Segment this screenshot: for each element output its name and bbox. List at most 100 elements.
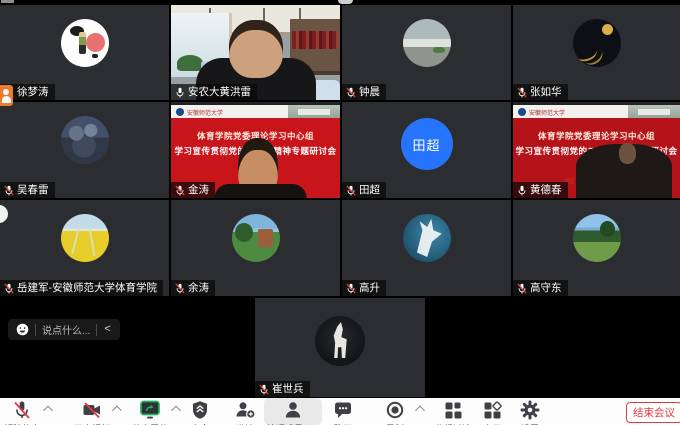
- share-screen-button[interactable]: 共享屏幕: [132, 400, 168, 425]
- mic-muted-icon: [346, 283, 356, 294]
- participant-tile[interactable]: 安徽师范大学 体育学院党委理论学习中心组 学习宣传贯彻党的二十大精神专题研讨会 …: [513, 102, 680, 198]
- participant-tile[interactable]: 高守东: [513, 200, 680, 296]
- participant-tile[interactable]: 高升: [342, 200, 511, 296]
- participant-name-bar: 安农大黄洪雷: [171, 84, 257, 100]
- participant-tile[interactable]: 田超 田超: [342, 102, 511, 198]
- record-button[interactable]: 录制: [385, 400, 405, 425]
- slide-title-line1: 体育学院党委理论学习中心组: [513, 130, 680, 142]
- participant-tile[interactable]: 岳建军-安徽师范大学体育学院: [0, 200, 169, 296]
- mic-muted-icon: [517, 87, 527, 98]
- mic-icon: [175, 87, 185, 98]
- share-screen-icon: [139, 400, 161, 420]
- chat-collapse-button[interactable]: <: [103, 324, 111, 335]
- avatar: [403, 19, 451, 67]
- participant-tile[interactable]: 崔世兵: [255, 298, 425, 397]
- unmute-button[interactable]: 解除静音: [4, 400, 40, 425]
- avatar: [61, 116, 109, 164]
- avatar: [61, 19, 109, 67]
- meeting-window: 徐梦涛 安农大黄洪雷 钟晨 张如华 吴春雷: [0, 0, 680, 425]
- participant-name-bar: 黄德春: [513, 182, 568, 198]
- divider: [35, 324, 36, 336]
- toolbar-collapse-handle[interactable]: [338, 0, 353, 4]
- security-button[interactable]: 安全: [190, 400, 210, 425]
- chat-icon: [333, 400, 353, 420]
- university-logo-text: 安徽师范大学: [187, 108, 223, 117]
- breakout-rooms-button[interactable]: 分组讨论: [435, 400, 471, 425]
- invite-button[interactable]: 邀请: [234, 400, 256, 425]
- participant-name: 高升: [359, 282, 380, 294]
- participant-tile[interactable]: 安农大黄洪雷: [171, 5, 340, 100]
- participant-name: 安农大黄洪雷: [188, 86, 251, 98]
- participant-name: 崔世兵: [272, 383, 304, 395]
- participant-name-bar: 钟晨: [342, 84, 386, 100]
- university-logo: [518, 108, 526, 116]
- university-logo: [176, 108, 184, 116]
- avatar: [573, 19, 621, 67]
- members-icon: [283, 400, 303, 420]
- participant-name: 张如华: [530, 86, 562, 98]
- avatar: [315, 316, 365, 366]
- participant-name-bar: 田超: [342, 182, 386, 198]
- mic-muted-icon: [346, 185, 356, 196]
- shield-icon: [190, 400, 210, 420]
- invite-icon: [234, 400, 256, 420]
- mic-muted-icon: [4, 185, 14, 196]
- breakout-icon: [443, 400, 463, 420]
- participant-name: 吴春雷: [17, 184, 49, 196]
- end-meeting-button[interactable]: 结束会议: [626, 402, 680, 423]
- avatar: [403, 214, 451, 262]
- settings-icon: [520, 400, 540, 420]
- avatar: [61, 214, 109, 262]
- university-logo-text: 安徽师范大学: [529, 108, 565, 117]
- record-icon: [385, 400, 405, 420]
- mic-muted-icon: [175, 185, 185, 196]
- participant-name: 金涛: [188, 184, 209, 196]
- divider: [96, 324, 97, 336]
- participant-name: 钟晨: [359, 86, 380, 98]
- participant-name-bar: 张如华: [513, 84, 568, 100]
- participant-name: 余涛: [188, 282, 209, 294]
- participant-tile[interactable]: 余涛: [171, 200, 340, 296]
- participant-name: 高守东: [530, 282, 562, 294]
- manage-members-button[interactable]: 管理成员(13): [267, 400, 319, 425]
- record-options-chevron[interactable]: [417, 407, 424, 414]
- meeting-toolbar: 解除静音 开启视频 共享屏幕 安全 邀请 管理成员(13) 聊天: [0, 398, 680, 425]
- participant-tile[interactable]: 徐梦涛: [0, 5, 169, 100]
- chat-button[interactable]: 聊天: [333, 400, 353, 425]
- mic-muted-icon: [259, 384, 269, 395]
- avatar-name-circle: 田超: [401, 118, 453, 170]
- start-video-button[interactable]: 开启视频: [74, 400, 110, 425]
- member-alert-badge[interactable]: [0, 85, 13, 106]
- participant-name-bar: 金涛: [171, 182, 215, 198]
- mic-icon: [517, 185, 527, 196]
- unmute-options-chevron[interactable]: [45, 407, 52, 414]
- participant-tile[interactable]: 吴春雷: [0, 102, 169, 198]
- share-options-chevron[interactable]: [173, 407, 180, 414]
- chat-input-placeholder[interactable]: 说点什么...: [42, 322, 90, 337]
- chat-quick-bar[interactable]: 说点什么... <: [8, 319, 120, 340]
- participant-tile[interactable]: 张如华: [513, 5, 680, 100]
- avatar: [573, 214, 621, 262]
- avatar: [232, 214, 280, 262]
- campus-building-photo: [288, 105, 340, 118]
- mic-muted-icon: [4, 283, 14, 294]
- participant-name-bar: 高守东: [513, 280, 568, 296]
- participant-name: 岳建军-安徽师范大学体育学院: [17, 282, 157, 294]
- participant-tile[interactable]: 安徽师范大学 体育学院党委理论学习中心组 学习宣传贯彻党的二十大精神专题研讨会 …: [171, 102, 340, 198]
- participant-name-bar: 崔世兵: [255, 381, 310, 397]
- participant-name: 徐梦涛: [17, 86, 49, 98]
- participant-name-bar: 高升: [342, 280, 386, 296]
- camera-off-icon: [82, 400, 102, 420]
- mic-muted-icon: [517, 283, 527, 294]
- participant-name-bar: 吴春雷: [0, 182, 55, 198]
- smiley-icon[interactable]: [16, 323, 29, 336]
- settings-button[interactable]: 设置: [520, 400, 540, 425]
- participant-tile[interactable]: 钟晨: [342, 5, 511, 100]
- campus-building-photo: [628, 105, 680, 118]
- participant-name: 黄德春: [530, 184, 562, 196]
- apps-icon: [482, 400, 502, 420]
- apps-button[interactable]: 应用: [482, 400, 502, 425]
- video-options-chevron[interactable]: [114, 407, 121, 414]
- top-edge-fragment: [1, 0, 14, 3]
- participant-name: 田超: [359, 184, 380, 196]
